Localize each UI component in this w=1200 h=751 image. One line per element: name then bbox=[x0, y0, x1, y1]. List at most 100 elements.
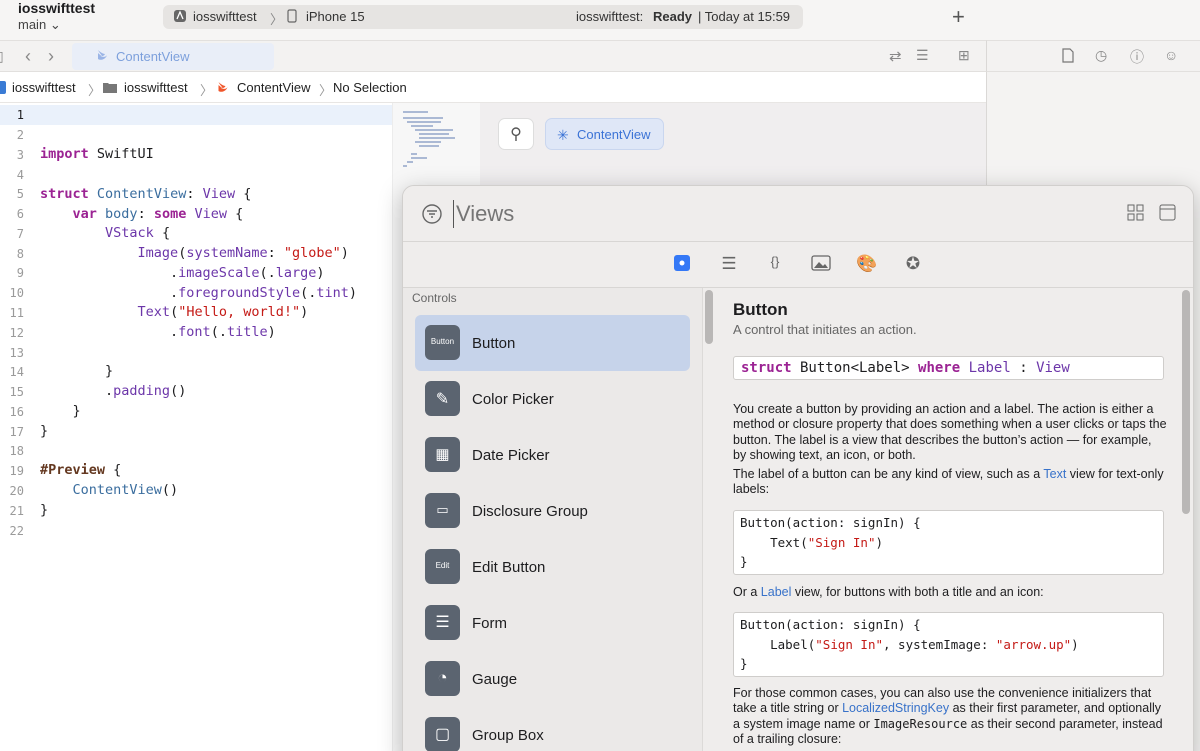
line-number: 8 bbox=[16, 247, 24, 261]
library-item-color-picker[interactable]: ✎ Color Picker bbox=[415, 371, 690, 427]
file-inspector-icon[interactable] bbox=[1062, 48, 1074, 66]
add-library-button[interactable]: + bbox=[952, 4, 965, 30]
calendar-icon: ▦ bbox=[425, 437, 460, 472]
scheme-selector[interactable]: iosswifttest bbox=[193, 9, 257, 24]
line-number: 9 bbox=[16, 266, 24, 280]
activity-status[interactable]: iosswifttest 〉 iPhone 15 iosswifttest: R… bbox=[163, 5, 803, 29]
swift-file-icon bbox=[96, 49, 109, 65]
breadcrumb-selection[interactable]: No Selection bbox=[333, 80, 407, 95]
line-number: 10 bbox=[9, 286, 24, 300]
tab-bar: ▯ ‹ › ContentView ⇄ ☰ ⊞ bbox=[0, 40, 986, 72]
project-name[interactable]: iosswifttest bbox=[18, 0, 95, 16]
code-line: ContentView() bbox=[72, 482, 179, 498]
phone-icon bbox=[287, 9, 297, 26]
edit-button-icon: Edit bbox=[425, 549, 460, 584]
section-header: Controls bbox=[412, 291, 457, 305]
branch-selector[interactable]: main ⌄ bbox=[18, 17, 61, 33]
declaration: struct Button<Label> where Label : View bbox=[733, 356, 1164, 380]
code-line: } bbox=[40, 502, 49, 518]
detail-scrollbar[interactable] bbox=[1182, 290, 1190, 514]
filter-icon[interactable] bbox=[421, 203, 443, 230]
form-icon: ☰ bbox=[425, 605, 460, 640]
line-number: 14 bbox=[9, 365, 24, 379]
code-line: } bbox=[40, 403, 81, 419]
library-item-label: Button bbox=[472, 335, 516, 352]
related-items-icon[interactable]: ⇄ bbox=[889, 47, 902, 65]
loading-spinner-icon: ✳ bbox=[557, 127, 569, 143]
back-icon[interactable]: ‹ bbox=[25, 46, 31, 67]
detail-paragraph: Or a Label view, for buttons with both a… bbox=[733, 585, 1044, 599]
breadcrumb-project[interactable]: iosswifttest bbox=[12, 80, 76, 95]
snippets-category-icon[interactable]: {} bbox=[764, 254, 786, 276]
button-icon: Button bbox=[425, 325, 460, 360]
label-link[interactable]: Label bbox=[761, 585, 792, 599]
line-number: 4 bbox=[16, 168, 24, 182]
add-editor-icon[interactable]: ⊞ bbox=[958, 47, 970, 64]
library-item-date-picker[interactable]: ▦ Date Picker bbox=[415, 427, 690, 483]
library-item-disclosure-group[interactable]: ▭ Disclosure Group bbox=[415, 483, 690, 539]
project-icon bbox=[0, 81, 6, 97]
library-search-bar bbox=[403, 186, 1193, 242]
tab-contentview[interactable]: ContentView bbox=[72, 43, 274, 70]
views-category-icon[interactable] bbox=[671, 254, 693, 276]
pin-icon[interactable]: ⚲ bbox=[498, 118, 534, 150]
modifiers-category-icon[interactable]: ☰ bbox=[718, 254, 740, 276]
text-link[interactable]: Text bbox=[1043, 467, 1066, 481]
code-line: Image(systemName: "globe") bbox=[137, 245, 349, 261]
line-number: 20 bbox=[9, 484, 24, 498]
breadcrumb-file[interactable]: ContentView bbox=[237, 80, 310, 95]
images-category-icon[interactable] bbox=[810, 254, 832, 276]
detail-view-icon[interactable] bbox=[1159, 204, 1176, 226]
chevron-right-icon: 〉 bbox=[88, 83, 102, 98]
code-line: Text("Hello, world!") bbox=[137, 304, 309, 320]
group-box-icon: ▢ bbox=[425, 717, 460, 751]
line-number: 2 bbox=[16, 128, 24, 142]
grid-view-icon[interactable] bbox=[1127, 204, 1144, 226]
device-selector[interactable]: iPhone 15 bbox=[306, 9, 365, 24]
library-item-form[interactable]: ☰ Form bbox=[415, 595, 690, 651]
library-item-edit-button[interactable]: Edit Edit Button bbox=[415, 539, 690, 595]
library-item-button[interactable]: Button Button bbox=[415, 315, 690, 371]
gauge-icon: ◔ bbox=[425, 661, 460, 696]
list-scrollbar[interactable] bbox=[705, 290, 713, 344]
localizedstringkey-link[interactable]: LocalizedStringKey bbox=[842, 701, 949, 715]
library-search-input[interactable] bbox=[453, 200, 1053, 228]
help-icon[interactable]: ⓘ bbox=[1130, 47, 1144, 67]
library-item-label: Gauge bbox=[472, 671, 518, 688]
library-list: Controls Button Button ✎ Color Picker ▦ … bbox=[403, 288, 703, 751]
code-line: } bbox=[40, 363, 114, 379]
library-item-group-box[interactable]: ▢ Group Box bbox=[415, 707, 690, 751]
line-number: 5 bbox=[16, 187, 24, 201]
symbols-category-icon[interactable]: ✪ bbox=[902, 254, 924, 276]
editor-options-icon[interactable]: ☰ bbox=[916, 47, 929, 64]
tab-label: ContentView bbox=[116, 49, 190, 64]
detail-subtitle: A control that initiates an action. bbox=[733, 322, 917, 337]
code-block: Button(action: signIn) { Label("Sign In"… bbox=[733, 612, 1164, 677]
current-line-highlight bbox=[0, 105, 392, 125]
line-number: 13 bbox=[9, 346, 24, 360]
line-number: 17 bbox=[9, 425, 24, 439]
swift-file-icon bbox=[216, 81, 230, 97]
line-number: 1 bbox=[16, 108, 24, 122]
preview-selector[interactable]: ✳ ContentView bbox=[545, 118, 664, 150]
line-number: 19 bbox=[9, 464, 24, 478]
status-time: | Today at 15:59 bbox=[698, 9, 791, 24]
colors-category-icon[interactable]: 🎨 bbox=[856, 254, 878, 276]
code-line: .font(.title) bbox=[40, 324, 276, 340]
disclosure-icon: ▭ bbox=[425, 493, 460, 528]
line-number: 15 bbox=[9, 385, 24, 399]
inspector-tabs: ◷ ⓘ ☺ bbox=[986, 40, 1200, 72]
detail-paragraph: The label of a button can be any kind of… bbox=[733, 467, 1164, 497]
library-item-gauge[interactable]: ◔ Gauge bbox=[415, 651, 690, 707]
line-number: 12 bbox=[9, 326, 24, 340]
breadcrumb-folder[interactable]: iosswifttest bbox=[124, 80, 188, 95]
forward-icon[interactable]: › bbox=[48, 46, 54, 67]
accessibility-icon[interactable]: ☺ bbox=[1164, 47, 1178, 63]
history-icon[interactable]: ◷ bbox=[1095, 47, 1107, 64]
chevron-down-icon: ⌄ bbox=[49, 17, 61, 32]
chevron-right-icon: 〉 bbox=[319, 83, 333, 98]
code-line: .padding() bbox=[40, 383, 187, 399]
status-ready: Ready bbox=[653, 9, 693, 24]
chevron-right-icon: 〉 bbox=[200, 83, 214, 98]
sidebar-toggle-icon[interactable]: ▯ bbox=[0, 48, 4, 65]
